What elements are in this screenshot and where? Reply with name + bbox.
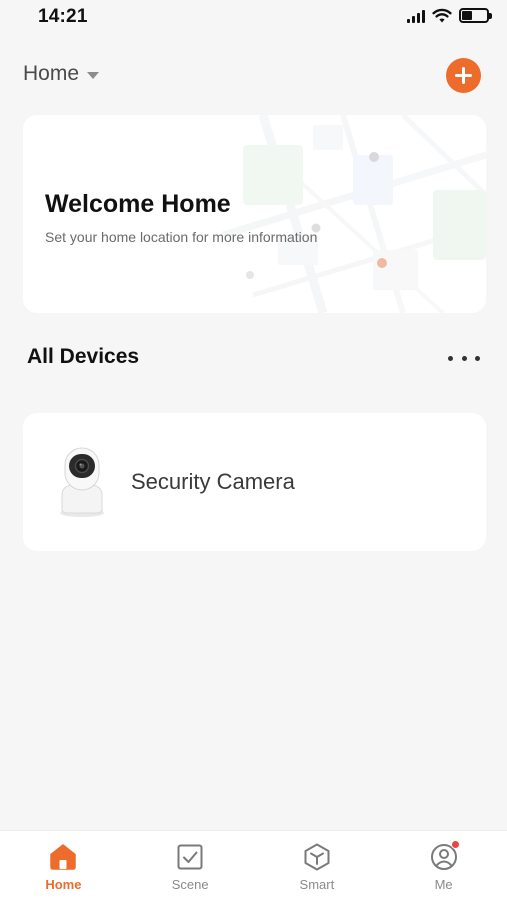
welcome-title: Welcome Home xyxy=(45,190,231,218)
tab-scene[interactable]: Scene xyxy=(127,831,254,900)
caret-down-icon xyxy=(87,71,100,79)
device-card-security-camera[interactable]: Security Camera xyxy=(23,413,486,551)
welcome-subtitle: Set your home location for more informat… xyxy=(45,229,318,245)
all-devices-title: All Devices xyxy=(27,345,140,368)
security-camera-icon xyxy=(60,447,104,517)
more-options-button[interactable] xyxy=(448,350,480,366)
tab-scene-label: Scene xyxy=(171,877,209,892)
cellular-signal-icon xyxy=(407,9,425,23)
status-time: 14:21 xyxy=(38,6,88,27)
smart-cube-icon xyxy=(304,843,330,871)
app-screen: 14:21 Home Welcome Home Set your home lo… xyxy=(0,0,507,900)
tab-smart[interactable]: Smart xyxy=(254,831,381,900)
add-device-button[interactable] xyxy=(446,58,481,93)
status-icons xyxy=(407,8,492,23)
home-title: Home xyxy=(23,62,80,85)
notification-badge xyxy=(450,840,460,849)
tab-me-label: Me xyxy=(434,877,453,892)
tab-home[interactable]: Home xyxy=(0,831,127,900)
home-switcher[interactable]: Home xyxy=(23,62,100,86)
tab-smart-label: Smart xyxy=(299,877,335,892)
scene-checkbox-icon xyxy=(177,844,203,870)
tab-me[interactable]: Me xyxy=(380,831,507,900)
wifi-icon xyxy=(432,8,452,23)
battery-icon xyxy=(459,8,492,23)
more-dots-icon xyxy=(448,355,453,361)
welcome-card[interactable]: Welcome Home Set your home location for … xyxy=(23,115,486,313)
tab-bar: Home Scene Smart Me xyxy=(0,830,507,900)
tab-home-label: Home xyxy=(45,877,82,892)
status-bar: 14:21 xyxy=(0,0,507,36)
device-name: Security Camera xyxy=(131,469,295,494)
home-icon xyxy=(50,844,77,870)
plus-icon xyxy=(455,67,472,84)
